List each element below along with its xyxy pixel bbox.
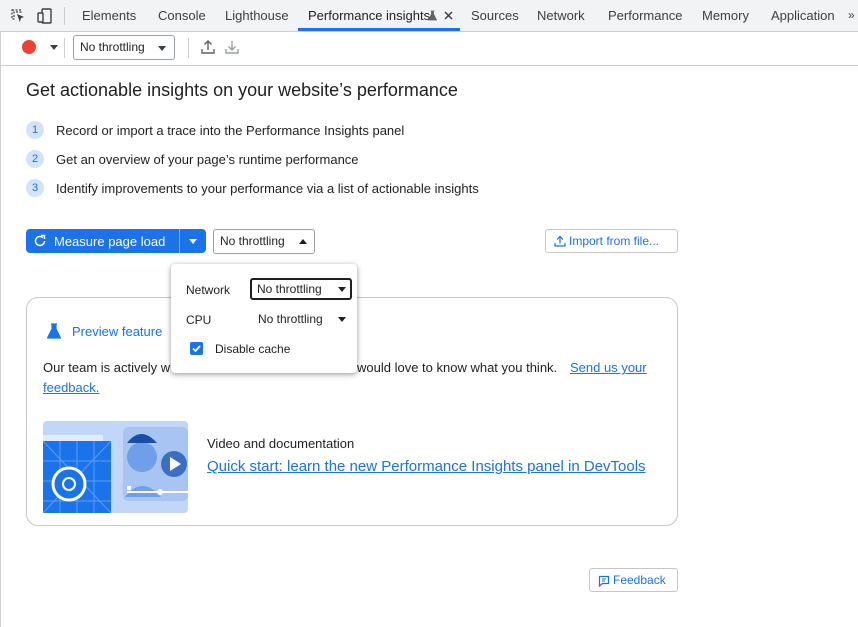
step-number: 3: [26, 179, 44, 197]
tab-lighthouse[interactable]: Lighthouse: [225, 0, 289, 31]
import-from-file-button[interactable]: Import from file...: [545, 229, 678, 253]
preview-body-start: Our team is actively w: [43, 360, 171, 375]
cpu-throttling-select[interactable]: No throttling: [250, 308, 352, 330]
tab-label: Performance insights: [308, 8, 431, 23]
more-tabs-icon[interactable]: »: [848, 0, 855, 31]
tab-performance[interactable]: Performance: [608, 0, 682, 31]
disable-cache-label: Disable cache: [215, 342, 291, 356]
divider: [64, 38, 65, 58]
step-text: Get an overview of your page’s runtime p…: [56, 152, 359, 167]
download-icon[interactable]: [224, 39, 240, 55]
tab-console[interactable]: Console: [158, 0, 206, 31]
step-number: 1: [26, 121, 44, 139]
feedback-icon: [598, 575, 610, 587]
throttling-value: No throttling: [220, 234, 285, 248]
reload-icon: [34, 234, 46, 247]
step-text: Record or import a trace into the Perfor…: [56, 123, 405, 138]
chevron-down-icon: [158, 46, 166, 51]
panel-toolbar: No throttling: [0, 32, 858, 66]
record-options-chevron-icon[interactable]: [50, 45, 58, 50]
chevron-down-icon: [338, 317, 346, 322]
tab-application[interactable]: Application: [771, 0, 835, 31]
cpu-label: CPU: [186, 313, 212, 327]
record-button[interactable]: [22, 40, 36, 54]
preview-feature-title: Preview feature: [72, 324, 163, 339]
tab-memory[interactable]: Memory: [702, 0, 749, 31]
throttling-popup-menu: Network No throttling CPU No throttling …: [171, 264, 357, 373]
toolbar-throttling-select[interactable]: No throttling: [73, 35, 175, 60]
chevron-down-icon: [189, 239, 197, 244]
step-text: Identify improvements to your performanc…: [56, 181, 479, 196]
active-tab-indicator: [298, 28, 460, 31]
measure-options-button[interactable]: [180, 229, 206, 253]
checkmark-icon: [192, 345, 201, 353]
preview-body-end: would love to know what you think.: [357, 360, 558, 375]
feedback-label: Feedback: [613, 573, 666, 587]
disable-cache-checkbox[interactable]: [190, 342, 203, 355]
network-throttling-select[interactable]: No throttling: [250, 278, 352, 300]
measure-button-label: Measure page load: [54, 234, 166, 249]
measure-page-load-button[interactable]: Measure page load: [26, 229, 206, 253]
inspect-element-icon[interactable]: [10, 8, 26, 24]
network-label: Network: [186, 283, 231, 297]
video-thumbnail-image[interactable]: [43, 421, 188, 513]
tab-network[interactable]: Network: [537, 0, 585, 31]
divider: [64, 7, 65, 25]
import-label: Import from file...: [569, 234, 660, 248]
toolbar-throttling-value: No throttling: [80, 40, 145, 54]
experiment-flask-icon: [46, 323, 62, 339]
chevron-down-icon: [338, 287, 346, 292]
video-heading: Video and documentation: [207, 436, 355, 451]
send-feedback-link-continued[interactable]: feedback.: [43, 380, 99, 395]
window-border: [0, 32, 1, 627]
devtools-tab-bar: Elements Console Lighthouse Performance …: [0, 0, 858, 32]
upload-icon: [554, 235, 566, 247]
network-throttling-value: No throttling: [257, 282, 322, 296]
tab-elements[interactable]: Elements: [82, 0, 136, 31]
tab-sources[interactable]: Sources: [471, 0, 519, 31]
device-toolbar-icon[interactable]: [36, 7, 54, 25]
chevron-up-icon: [299, 239, 307, 244]
experiment-icon: [427, 10, 438, 21]
cpu-throttling-value: No throttling: [258, 312, 323, 326]
send-feedback-link[interactable]: Send us your: [570, 360, 647, 375]
tab-performance-insights[interactable]: Performance insights: [308, 0, 430, 31]
upload-icon[interactable]: [200, 39, 216, 55]
feedback-button[interactable]: Feedback: [589, 568, 678, 592]
throttling-dropdown[interactable]: No throttling: [213, 229, 315, 254]
close-tab-icon[interactable]: [444, 11, 453, 20]
step-number: 2: [26, 150, 44, 168]
quick-start-link[interactable]: Quick start: learn the new Performance I…: [207, 458, 646, 475]
page-title: Get actionable insights on your website’…: [26, 80, 458, 100]
divider: [188, 38, 189, 58]
